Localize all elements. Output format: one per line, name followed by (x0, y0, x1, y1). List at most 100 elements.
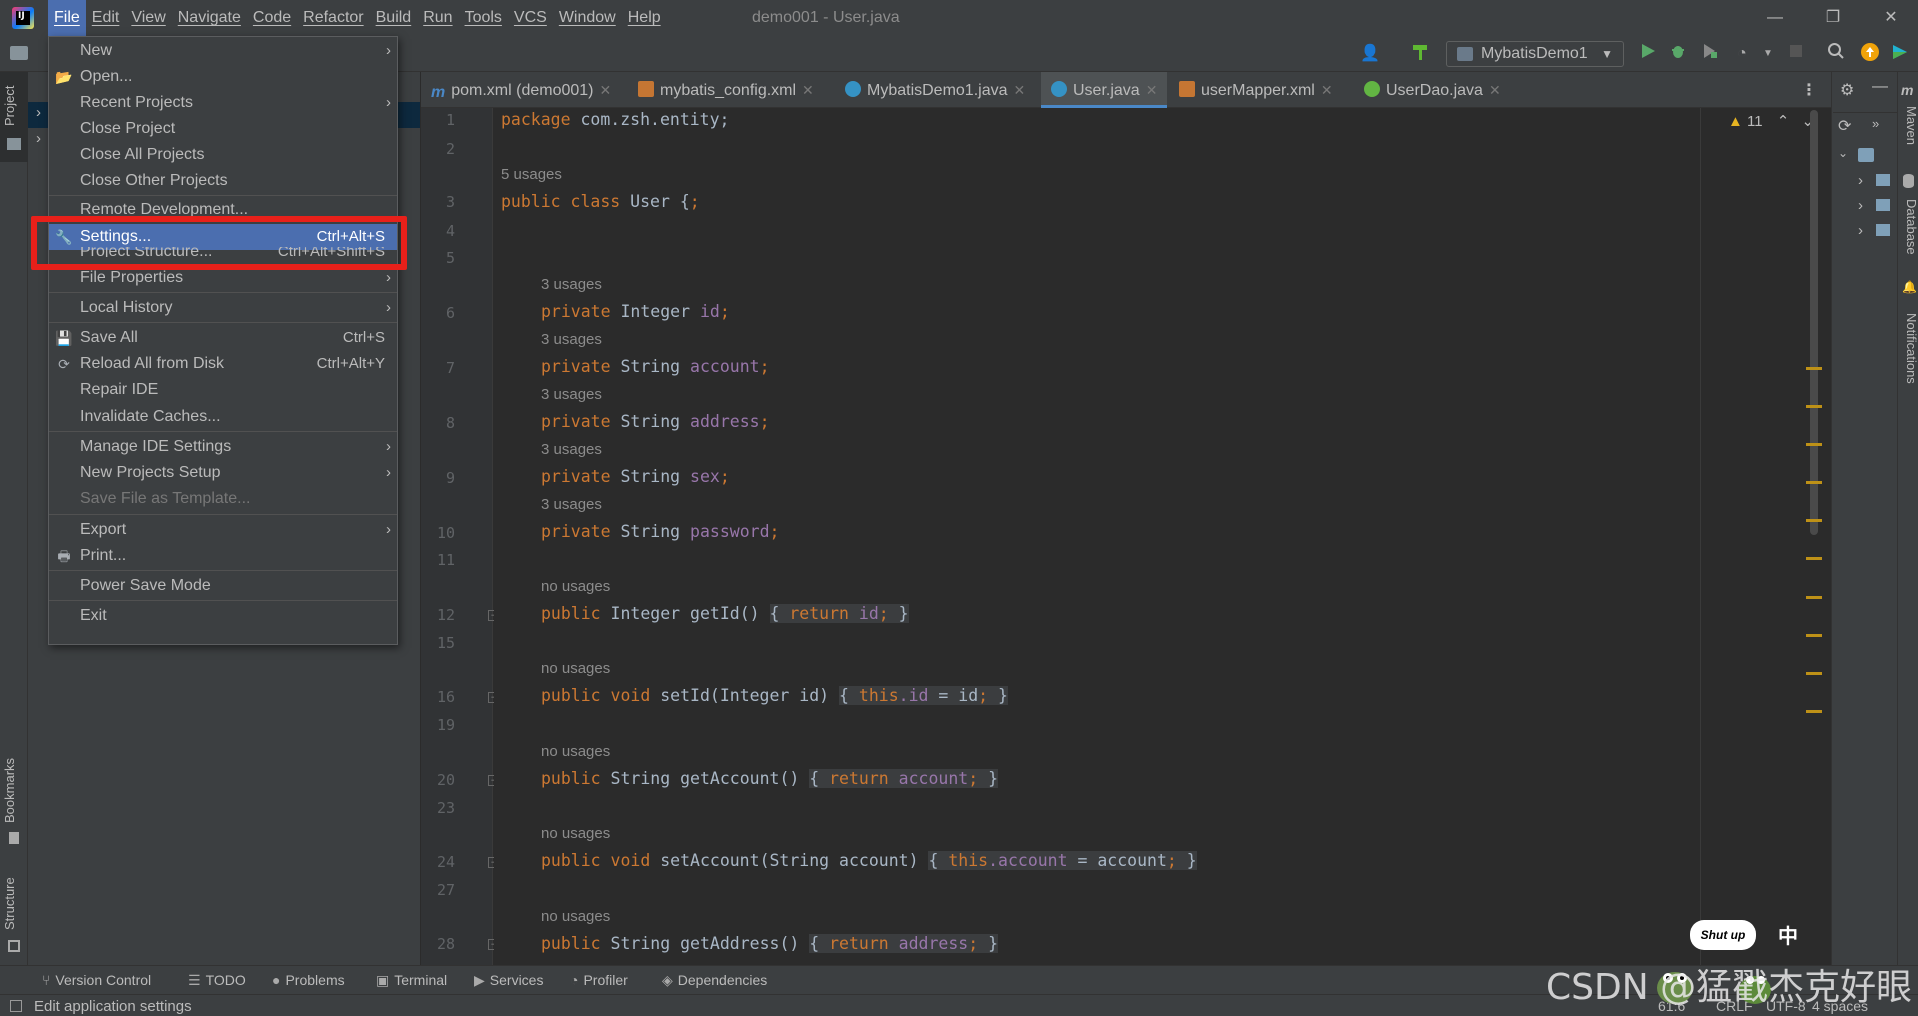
coverage-icon[interactable] (1698, 42, 1722, 66)
tab-usermapper-xml[interactable]: userMapper.xml ✕ (1169, 72, 1352, 108)
run-configuration-dropdown[interactable]: MybatisDemo1 ▼ (1446, 41, 1624, 67)
chevron-right-icon[interactable]: › (1858, 172, 1863, 189)
menu-window[interactable]: Window (553, 0, 622, 36)
menu-item-save-file-as-template[interactable]: Save File as Template... (49, 486, 397, 512)
tool-window-notifications[interactable]: Notifications (1898, 300, 1918, 396)
debug-icon[interactable] (1666, 42, 1690, 66)
usages-hint[interactable]: 5 usages (501, 166, 562, 183)
warning-stripe[interactable] (1806, 557, 1822, 560)
menu-vcs[interactable]: VCS (508, 0, 553, 36)
menu-item-recent-projects[interactable]: Recent Projects › (49, 90, 397, 116)
panel-toggle-icon[interactable] (10, 1000, 22, 1012)
menu-item-open[interactable]: 📂 Open... (49, 64, 397, 90)
close-window-button[interactable]: ✕ (1868, 0, 1914, 36)
close-tab-icon[interactable]: ✕ (802, 82, 814, 98)
menu-item-reload-all[interactable]: ⟳ Reload All from Disk Ctrl+Alt+Y (49, 351, 397, 377)
ime-indicator[interactable]: 中 (1778, 920, 1798, 949)
menu-item-invalidate-caches[interactable]: Invalidate Caches... (49, 404, 397, 430)
usages-hint[interactable]: no usages (541, 578, 610, 595)
chevron-right-icon[interactable]: › (36, 130, 41, 147)
minimize-button[interactable]: — (1752, 0, 1798, 36)
usages-hint[interactable]: 3 usages (541, 441, 602, 458)
menu-tools[interactable]: Tools (459, 0, 508, 36)
editor-scrollbar[interactable] (1810, 110, 1818, 535)
menu-navigate[interactable]: Navigate (172, 0, 247, 36)
close-tab-icon[interactable]: ✕ (1146, 82, 1158, 98)
tool-terminal[interactable]: ▣ Terminal (376, 972, 447, 989)
menu-build[interactable]: Build (370, 0, 418, 36)
menu-item-close-all-projects[interactable]: Close All Projects (49, 142, 397, 168)
close-tab-icon[interactable]: ✕ (600, 82, 612, 98)
usages-hint[interactable]: no usages (541, 825, 610, 842)
tool-window-maven[interactable]: Maven (1898, 102, 1918, 150)
menu-item-repair-ide[interactable]: Repair IDE (49, 377, 397, 403)
tab-mybatisdemo1-java[interactable]: MybatisDemo1.java ✕ (835, 72, 1045, 108)
tool-services[interactable]: ▶ Services (474, 972, 543, 989)
search-icon[interactable] (1824, 42, 1848, 66)
build-hammer-icon[interactable] (1408, 42, 1432, 66)
menu-item-new[interactable]: New › (49, 38, 397, 64)
warning-stripe[interactable] (1806, 634, 1822, 637)
more-tabs-icon[interactable]: ⋮ (1801, 80, 1817, 100)
tool-window-bookmarks[interactable]: Bookmarks (2, 750, 26, 830)
warning-stripe[interactable] (1806, 367, 1822, 370)
menu-item-new-projects-setup[interactable]: New Projects Setup › (49, 460, 397, 486)
usages-hint[interactable]: no usages (541, 908, 610, 925)
menu-view[interactable]: View (125, 0, 171, 36)
menu-item-manage-ide-settings[interactable]: Manage IDE Settings › (49, 434, 397, 460)
user-account-icon[interactable]: 👤 (1358, 42, 1382, 66)
jetbrains-toolbox-icon[interactable] (1888, 42, 1912, 66)
menu-item-save-all[interactable]: 💾 Save All Ctrl+S (49, 325, 397, 351)
reload-icon[interactable]: ⟳ (1838, 116, 1851, 136)
warning-stripe[interactable] (1806, 596, 1822, 599)
menu-item-power-save-mode[interactable]: Power Save Mode (49, 573, 397, 599)
usages-hint[interactable]: 3 usages (541, 386, 602, 403)
menu-refactor[interactable]: Refactor (297, 0, 369, 36)
warning-stripe[interactable] (1806, 672, 1822, 675)
usages-hint[interactable]: no usages (541, 743, 610, 760)
maximize-button[interactable]: ❐ (1810, 0, 1856, 36)
inspection-widget[interactable]: ▲ 11 ⌃ ⌄ (1728, 112, 1814, 130)
usages-hint[interactable]: no usages (541, 660, 610, 677)
warning-stripe[interactable] (1806, 443, 1822, 446)
tool-version-control[interactable]: ⑂ Version Control (42, 972, 151, 988)
tool-problems[interactable]: ● Problems (272, 972, 345, 988)
menu-item-export[interactable]: Export › (49, 517, 397, 543)
menu-run[interactable]: Run (417, 0, 458, 36)
profile-icon[interactable]: ◔ (1730, 42, 1754, 66)
more-icon[interactable]: » (1872, 116, 1879, 131)
minimize-panel-icon[interactable]: — (1872, 78, 1888, 96)
chevron-down-icon[interactable]: ⌄ (1838, 146, 1848, 160)
tool-window-structure[interactable]: Structure (2, 870, 26, 938)
chevron-up-icon[interactable]: ⌃ (1777, 113, 1790, 130)
run-icon[interactable] (1636, 42, 1660, 66)
tab-userdao-java[interactable]: UserDao.java ✕ (1354, 72, 1514, 108)
stop-icon[interactable] (1784, 42, 1808, 66)
menu-item-local-history[interactable]: Local History › (49, 295, 397, 321)
warning-stripe[interactable] (1806, 481, 1822, 484)
tool-dependencies[interactable]: ◈ Dependencies (662, 972, 767, 989)
menu-file[interactable]: File (48, 0, 86, 36)
code-editor[interactable]: package com.zsh.entity; 5 usages public … (494, 108, 1702, 965)
chevron-right-icon[interactable]: › (36, 104, 41, 121)
menu-item-close-other-projects[interactable]: Close Other Projects (49, 168, 397, 194)
tool-window-project[interactable]: Project (0, 72, 28, 162)
close-tab-icon[interactable]: ✕ (1014, 82, 1026, 98)
close-tab-icon[interactable]: ✕ (1321, 82, 1333, 98)
tab-pom-xml[interactable]: m pom.xml (demo001) ✕ (421, 72, 626, 108)
menu-item-exit[interactable]: Exit (49, 603, 397, 629)
tool-profiler[interactable]: ◔ Profiler (570, 972, 628, 988)
gear-icon[interactable]: ⚙ (1840, 80, 1854, 100)
tool-window-database[interactable]: Database (1898, 192, 1918, 262)
warning-stripe[interactable] (1806, 519, 1822, 522)
menu-help[interactable]: Help (622, 0, 667, 36)
warning-stripe[interactable] (1806, 405, 1822, 408)
tab-user-java[interactable]: User.java ✕ (1041, 72, 1167, 108)
menu-edit[interactable]: Edit (86, 0, 126, 36)
tab-mybatis-config-xml[interactable]: mybatis_config.xml ✕ (628, 72, 833, 108)
chevron-right-icon[interactable]: › (1858, 197, 1863, 214)
update-icon[interactable] (1858, 42, 1882, 66)
usages-hint[interactable]: 3 usages (541, 276, 602, 293)
usages-hint[interactable]: 3 usages (541, 496, 602, 513)
close-tab-icon[interactable]: ✕ (1489, 82, 1501, 98)
